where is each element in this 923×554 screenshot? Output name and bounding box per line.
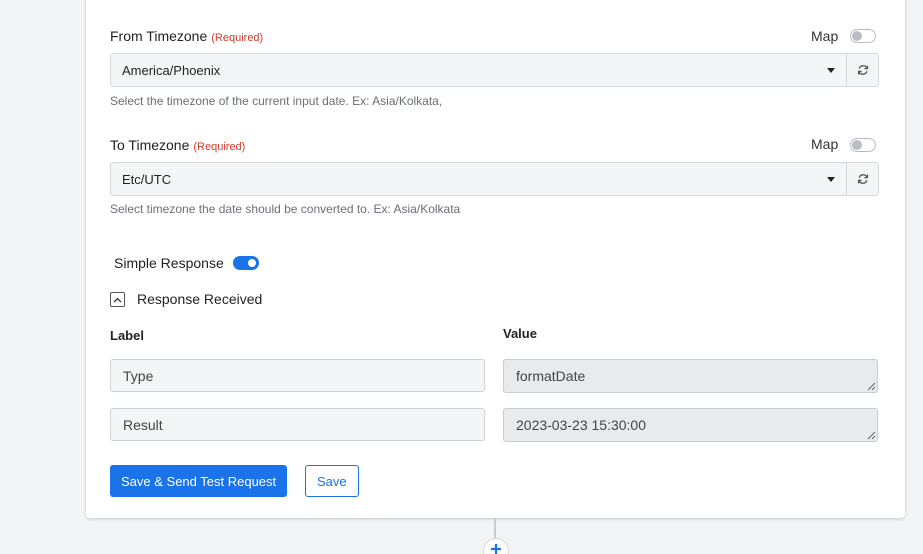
caret-down-icon bbox=[827, 68, 835, 73]
flow-connector-line bbox=[494, 518, 496, 540]
response-row-label-type[interactable]: Type bbox=[110, 359, 485, 392]
refresh-icon bbox=[857, 65, 868, 75]
row-value-text: 2023-03-23 15:30:00 bbox=[516, 417, 646, 433]
toggle-knob bbox=[248, 259, 256, 267]
required-marker: (Required) bbox=[211, 32, 264, 44]
add-step-button[interactable] bbox=[483, 538, 509, 554]
response-row-value-type[interactable]: formatDate bbox=[503, 359, 878, 393]
caret-down-icon bbox=[827, 177, 835, 182]
to-map-label: Map bbox=[811, 136, 839, 152]
from-timezone-label: From Timezone (Required) bbox=[110, 28, 264, 44]
to-timezone-value: Etc/UTC bbox=[122, 171, 172, 187]
toggle-knob bbox=[852, 31, 862, 41]
resize-handle-icon bbox=[867, 382, 876, 391]
from-map-toggle[interactable] bbox=[850, 29, 876, 43]
response-collapse-button[interactable] bbox=[110, 292, 125, 307]
simple-response-label: Simple Response bbox=[114, 255, 224, 271]
to-refresh-button[interactable] bbox=[847, 162, 879, 196]
response-received-label: Response Received bbox=[137, 291, 263, 307]
refresh-icon bbox=[857, 174, 868, 184]
to-timezone-select[interactable]: Etc/UTC bbox=[110, 162, 847, 196]
response-row-value-result[interactable]: 2023-03-23 15:30:00 bbox=[503, 408, 878, 442]
save-button[interactable]: Save bbox=[305, 465, 359, 497]
from-timezone-value: America/Phoenix bbox=[122, 62, 221, 78]
save-and-send-test-button[interactable]: Save & Send Test Request bbox=[110, 465, 288, 497]
chevron-up-icon bbox=[113, 297, 122, 302]
row-value-text: formatDate bbox=[516, 368, 586, 384]
resize-handle-icon bbox=[867, 431, 876, 440]
from-map-label: Map bbox=[811, 28, 839, 44]
from-timezone-help: Select the timezone of the current input… bbox=[110, 94, 443, 108]
from-refresh-button[interactable] bbox=[847, 53, 879, 87]
simple-response-toggle[interactable] bbox=[233, 256, 259, 270]
plus-icon bbox=[491, 544, 501, 554]
from-timezone-select[interactable]: America/Phoenix bbox=[110, 53, 847, 87]
to-timezone-help: Select timezone the date should be conve… bbox=[110, 202, 461, 216]
label-column-header: Label bbox=[110, 328, 144, 343]
row-label-text: Result bbox=[123, 416, 163, 433]
value-column-header: Value bbox=[503, 326, 537, 341]
toggle-knob bbox=[852, 140, 862, 150]
action-config-card: From Timezone (Required) Map America/Phoe… bbox=[86, 0, 905, 518]
required-marker: (Required) bbox=[193, 141, 246, 153]
to-map-toggle[interactable] bbox=[850, 138, 876, 152]
response-row-label-result[interactable]: Result bbox=[110, 408, 485, 441]
to-timezone-label: To Timezone (Required) bbox=[110, 137, 246, 153]
row-label-text: Type bbox=[123, 367, 154, 384]
